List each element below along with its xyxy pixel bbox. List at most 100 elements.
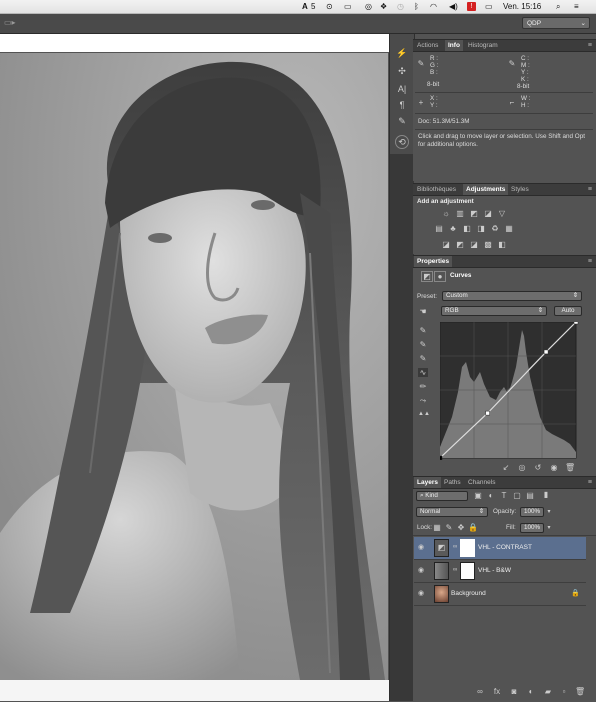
curves-icon[interactable]: ◩ — [469, 209, 479, 218]
tab-info[interactable]: Info — [445, 40, 463, 51]
new-group-icon[interactable]: ▰ — [543, 687, 553, 696]
curve-point[interactable] — [543, 349, 549, 355]
panel-menu-icon[interactable]: ≡ — [588, 477, 592, 488]
character-panel-icon[interactable]: A| — [395, 82, 409, 96]
clipping-icon[interactable]: ▲▲ — [418, 410, 430, 419]
hue-icon[interactable]: ♣ — [448, 224, 458, 233]
layer-style-icon[interactable]: fx — [492, 687, 502, 696]
layer-row[interactable]: ◉ ◩ ∞ VHL - CONTRAST — [414, 537, 586, 560]
new-adjustment-icon[interactable]: ◐ — [526, 687, 536, 696]
tab-libraries[interactable]: Bibliothèques — [414, 184, 459, 195]
new-layer-icon[interactable]: ▫ — [559, 687, 569, 696]
auto-button[interactable]: Auto — [554, 306, 582, 316]
chevron-down-icon[interactable]: ▾ — [544, 524, 554, 533]
layer-row[interactable]: ◉ ∞ VHL - B&W — [414, 560, 586, 583]
curve-point-tool-icon[interactable]: ∿ — [418, 368, 428, 377]
lock-all-icon[interactable]: 🔒 — [468, 523, 478, 532]
invert-icon[interactable]: ◪ — [441, 240, 451, 249]
spotlight-icon[interactable]: ⌕ — [556, 1, 560, 12]
status-icon[interactable]: ⊙ — [326, 1, 333, 12]
selectivecolor-icon[interactable]: ◧ — [497, 240, 507, 249]
layer-mask-thumb[interactable] — [460, 562, 475, 580]
filter-toggle-icon[interactable]: ▮ — [541, 490, 551, 499]
brightness-icon[interactable]: ☼ — [441, 209, 451, 218]
trash-icon[interactable]: 🗑 — [565, 463, 575, 472]
view-previous-icon[interactable]: ◎ — [517, 463, 527, 472]
wifi-icon[interactable]: ◠ — [430, 1, 437, 12]
eye-icon[interactable]: ◉ — [418, 589, 424, 597]
clip-to-layer-icon[interactable]: ↙ — [501, 463, 511, 472]
threshold-icon[interactable]: ◪ — [469, 240, 479, 249]
document-canvas[interactable] — [0, 53, 388, 680]
workspace-select[interactable]: QDP ⌄ — [522, 17, 590, 29]
balance-icon[interactable]: ◧ — [462, 224, 472, 233]
vibrance-icon[interactable]: ▤ — [434, 224, 444, 233]
tab-actions[interactable]: Actions — [414, 40, 441, 51]
paragraph-panel-icon[interactable]: ¶ — [395, 98, 409, 112]
link-layers-icon[interactable]: ∞ — [475, 687, 485, 696]
tab-layers[interactable]: Layers — [414, 477, 441, 488]
lock-pixels-icon[interactable]: ✎ — [444, 523, 454, 532]
tab-styles[interactable]: Styles — [508, 184, 532, 195]
tab-adjustments[interactable]: Adjustments — [463, 184, 509, 195]
curve-point[interactable] — [440, 455, 443, 460]
mask-icon[interactable]: ● — [434, 271, 446, 282]
pencil-icon[interactable]: ✏ — [418, 382, 428, 391]
visibility-icon[interactable]: ◉ — [549, 463, 559, 472]
bluetooth-icon[interactable]: ᛒ — [414, 1, 419, 12]
panel-menu-icon[interactable]: ≡ — [588, 40, 592, 51]
filter-adjustment-icon[interactable]: ◐ — [486, 491, 496, 500]
filter-shape-icon[interactable]: ▢ — [512, 491, 522, 500]
curves-graph[interactable] — [440, 322, 580, 460]
filter-pixel-icon[interactable]: ▣ — [473, 491, 483, 500]
posterize-icon[interactable]: ◩ — [455, 240, 465, 249]
gray-point-eyedropper-icon[interactable]: ✎ — [418, 340, 428, 349]
filter-type-icon[interactable]: T — [499, 491, 509, 500]
black-point-eyedropper-icon[interactable]: ✎ — [418, 326, 428, 335]
chain-icon[interactable]: ∞ — [453, 544, 457, 550]
time-machine-icon[interactable]: ◷ — [397, 1, 404, 12]
layer-mask-thumb[interactable] — [460, 539, 475, 557]
tab-paths[interactable]: Paths — [441, 477, 464, 488]
layer-row[interactable]: ◉ Background 🔒 — [414, 583, 586, 606]
curve-point[interactable] — [485, 410, 490, 416]
collapse-icon[interactable]: ▭▸ — [4, 18, 16, 27]
mixer-icon[interactable]: ▦ — [504, 224, 514, 233]
lock-transparent-icon[interactable]: ▦ — [432, 523, 442, 532]
dropbox-icon[interactable]: ❖ — [380, 1, 387, 12]
levels-icon[interactable]: ▥ — [455, 209, 465, 218]
panel-menu-icon[interactable]: ≡ — [588, 256, 592, 267]
channel-select[interactable]: RGB ⇕ — [441, 306, 547, 316]
tab-properties[interactable]: Properties — [414, 256, 453, 267]
lock-position-icon[interactable]: ✥ — [456, 523, 466, 532]
gradientmap-icon[interactable]: ▩ — [483, 240, 493, 249]
tab-channels[interactable]: Channels — [465, 477, 498, 488]
panel-menu-icon[interactable]: ≡ — [588, 184, 592, 195]
targeted-adjust-icon[interactable]: ☚ — [418, 307, 428, 316]
filter-kind-select[interactable]: ⌕ Kind — [416, 491, 468, 501]
tab-histogram[interactable]: Histogram — [465, 40, 501, 51]
eye-icon[interactable]: ◉ — [418, 566, 424, 574]
brush-panel-icon[interactable]: ✎ — [395, 114, 409, 128]
sync-icon[interactable]: ◎ — [365, 1, 372, 12]
chain-icon[interactable]: ∞ — [453, 567, 457, 573]
bw-icon[interactable]: ◨ — [476, 224, 486, 233]
exposure-icon[interactable]: ◪ — [483, 209, 493, 218]
clock[interactable]: Ven. 15:16 — [503, 1, 541, 12]
opacity-field[interactable]: 100% — [520, 507, 544, 517]
add-mask-icon[interactable]: ◙ — [509, 687, 519, 696]
history-panel-icon[interactable]: ⟲ — [395, 135, 409, 149]
notification-icon[interactable]: ! — [467, 2, 476, 11]
info-panel-icon[interactable]: ✣ — [395, 64, 409, 78]
delete-layer-icon[interactable]: 🗑 — [575, 687, 585, 696]
smooth-icon[interactable]: ⤳ — [418, 396, 428, 405]
document-tab-bar[interactable] — [0, 34, 390, 52]
preset-select[interactable]: Custom ⇕ — [442, 291, 582, 301]
adobe-icon[interactable]: A — [302, 1, 308, 12]
filter-smart-icon[interactable]: ▤ — [525, 491, 535, 500]
curve-point[interactable] — [573, 322, 579, 325]
triangle-icon[interactable]: ▽ — [497, 209, 507, 218]
battery-icon[interactable]: ▭ — [485, 1, 493, 12]
notification-center-icon[interactable]: ≡ — [574, 1, 579, 12]
blend-mode-select[interactable]: Normal ⇕ — [416, 507, 488, 517]
